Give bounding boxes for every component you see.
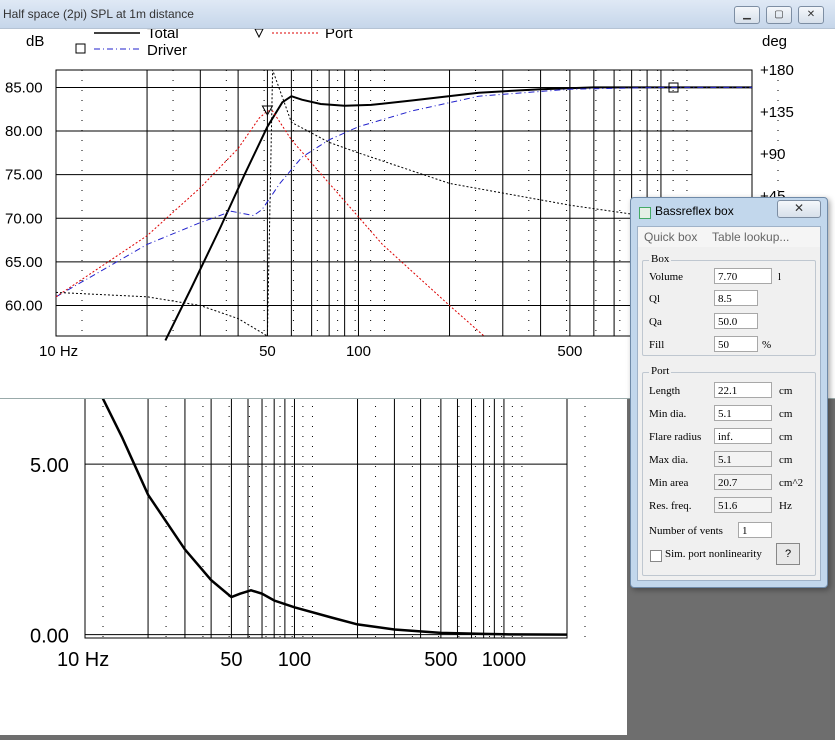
driver-legend-label: Driver <box>147 42 187 59</box>
port-legend-label: Port <box>325 29 353 42</box>
minimize-button[interactable]: ▁ <box>734 6 760 24</box>
close-button[interactable]: ✕ <box>798 6 824 24</box>
min-area-field: 20.7 <box>714 474 772 490</box>
fill-label: Fill <box>649 339 665 351</box>
length-label: Length <box>649 385 681 397</box>
right-axis-unit: deg <box>762 33 787 50</box>
volume-unit: l <box>778 271 782 283</box>
y-tick-label: 0.00 <box>30 626 69 648</box>
max-dia-unit: cm <box>779 454 793 466</box>
curve-series-line <box>100 395 568 636</box>
left-axis-unit: dB <box>26 33 44 50</box>
phase-tick-label: +90 <box>760 146 785 163</box>
x-tick-label: 50 <box>259 343 276 360</box>
dialog-close-button[interactable]: ✕ <box>777 200 821 218</box>
dialog-menu-bar: Quick box Table lookup... <box>638 227 820 247</box>
min-dia-label: Min dia. <box>649 408 687 420</box>
number-of-vents-field[interactable]: 1 <box>738 522 772 538</box>
fill-unit: % <box>762 339 772 351</box>
y-tick-label: 75.00 <box>5 167 43 184</box>
y-tick-label: 65.00 <box>5 254 43 271</box>
sim-port-nonlinearity-label: Sim. port nonlinearity <box>665 548 762 560</box>
x-tick-label: 1000 <box>482 649 527 671</box>
x-tick-label: 10 Hz <box>57 649 109 671</box>
res-freq-label: Res. freq. <box>649 500 692 512</box>
y-tick-label: 70.00 <box>5 210 43 227</box>
maximize-button[interactable]: ▢ <box>766 6 792 24</box>
max-dia-label: Max dia. <box>649 454 689 466</box>
min-dia-field[interactable]: 5.1 <box>714 405 772 421</box>
x-tick-label: 100 <box>278 649 311 671</box>
fill-field[interactable]: 50 <box>714 336 758 352</box>
flare-radius-label: Flare radius <box>649 431 702 443</box>
menu-quick-box[interactable]: Quick box <box>644 230 697 244</box>
flare-radius-unit: cm <box>779 431 793 443</box>
menu-table-lookup[interactable]: Table lookup... <box>712 230 789 244</box>
ql-field[interactable]: 8.5 <box>714 290 758 306</box>
qa-field[interactable]: 50.0 <box>714 313 758 329</box>
lower-chart: 5.00 0.0010 Hz 50 100 500 1000 <box>30 395 586 671</box>
number-of-vents-label: Number of vents <box>649 525 723 537</box>
x-tick-label: 50 <box>220 649 242 671</box>
y-tick-label: 5.00 <box>30 455 69 477</box>
window-title-bar[interactable]: Half space (2pi) SPL at 1m distance ▁ ▢ … <box>0 0 835 29</box>
bassreflex-dialog: Bassreflex box ✕ Quick box Table lookup.… <box>630 197 828 588</box>
port-legend-triangle <box>254 29 264 39</box>
res-freq-field: 51.6 <box>714 497 772 513</box>
res-freq-unit: Hz <box>779 500 792 512</box>
x-tick-label: 10 Hz <box>39 343 78 360</box>
port-group-label: Port <box>649 365 672 377</box>
box-group-label: Box <box>649 253 672 265</box>
flare-radius-field[interactable]: inf. <box>714 428 772 444</box>
x-tick-label: 500 <box>424 649 457 671</box>
box-group: Box Volume 7.70 l Ql 8.5 Qa 50.0 Fill 50… <box>642 253 816 356</box>
dialog-body: Quick box Table lookup... Box Volume 7.7… <box>637 226 821 581</box>
volume-field[interactable]: 7.70 <box>714 268 772 284</box>
x-tick-label: 100 <box>346 343 371 360</box>
volume-label: Volume <box>649 271 684 283</box>
dialog-title: Bassreflex box <box>655 204 734 218</box>
port-group: Port Length 22.1 cm Min dia. 5.1 cm Flar… <box>642 365 816 576</box>
driver-legend-square <box>75 43 86 54</box>
max-dia-field: 5.1 <box>714 451 772 467</box>
lower-chart-window: 5.00 0.00 10 Hz 50 100 500 1000 <box>0 395 627 735</box>
phase-tick-label: +180 <box>760 62 794 79</box>
y-tick-label: 60.00 <box>5 297 43 314</box>
min-area-label: Min area <box>649 477 689 489</box>
x-tick-label: 500 <box>557 343 582 360</box>
app-icon <box>639 207 651 219</box>
y-tick-label: 85.00 <box>5 79 43 96</box>
length-field[interactable]: 22.1 <box>714 382 772 398</box>
qa-label: Qa <box>649 316 662 328</box>
port-series-line <box>55 110 485 337</box>
min-dia-unit: cm <box>779 408 793 420</box>
y-tick-label: 80.00 <box>5 123 43 140</box>
help-button[interactable]: ? <box>776 543 800 565</box>
sim-port-nonlinearity-checkbox[interactable] <box>650 550 662 562</box>
phase-tick-label: +135 <box>760 104 794 121</box>
ql-label: Ql <box>649 293 660 305</box>
total-legend-label: Total <box>147 29 179 42</box>
window-title: Half space (2pi) SPL at 1m distance <box>3 7 194 21</box>
length-unit: cm <box>779 385 793 397</box>
min-area-unit: cm^2 <box>779 477 804 489</box>
